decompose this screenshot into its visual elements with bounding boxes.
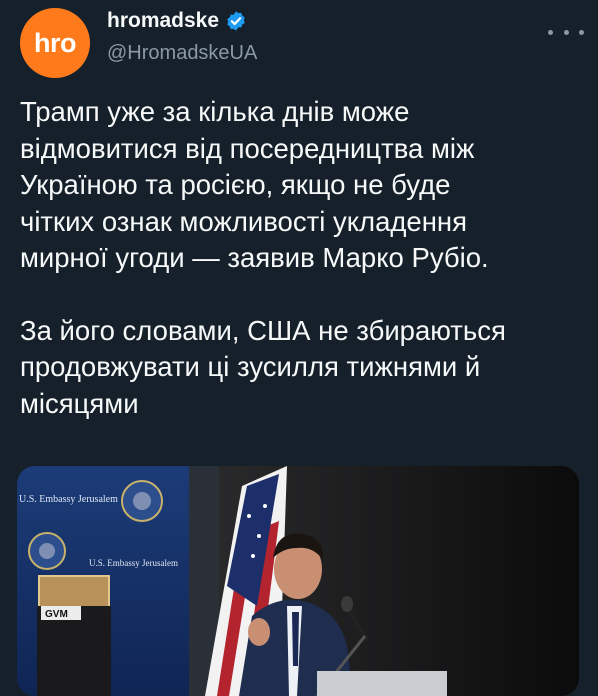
avatar[interactable]: hro — [20, 8, 90, 78]
banner-text: U.S. Embassy Jerusalem — [89, 558, 178, 568]
banner-text: U.S. Embassy Jerusalem — [19, 494, 118, 505]
tweet-header: hro hromadske @HromadskeUA — [0, 0, 598, 90]
gold-screen — [39, 576, 109, 610]
more-options-icon[interactable] — [548, 22, 584, 42]
tweet-photo[interactable]: U.S. Embassy Jerusalem U.S. Embassy Jeru… — [17, 466, 579, 696]
avatar-text: hro — [34, 28, 76, 59]
handle[interactable]: @HromadskeUA — [107, 42, 257, 65]
tweet-text: Трамп уже за кілька днів може відмовитис… — [20, 94, 580, 422]
more-dot — [548, 30, 553, 35]
more-dot — [564, 30, 569, 35]
more-dot — [579, 30, 584, 35]
tweet-paragraph: За його словами, США не збираються продо… — [20, 313, 580, 423]
verified-badge-icon — [225, 10, 247, 32]
podium — [317, 671, 447, 696]
tweet-paragraph: Трамп уже за кілька днів може відмовитис… — [20, 94, 580, 277]
sign-text: GVM — [45, 609, 68, 620]
name-row: hromadske — [107, 9, 247, 33]
display-name[interactable]: hromadske — [107, 9, 219, 33]
photo-scene: U.S. Embassy Jerusalem U.S. Embassy Jeru… — [17, 466, 579, 696]
